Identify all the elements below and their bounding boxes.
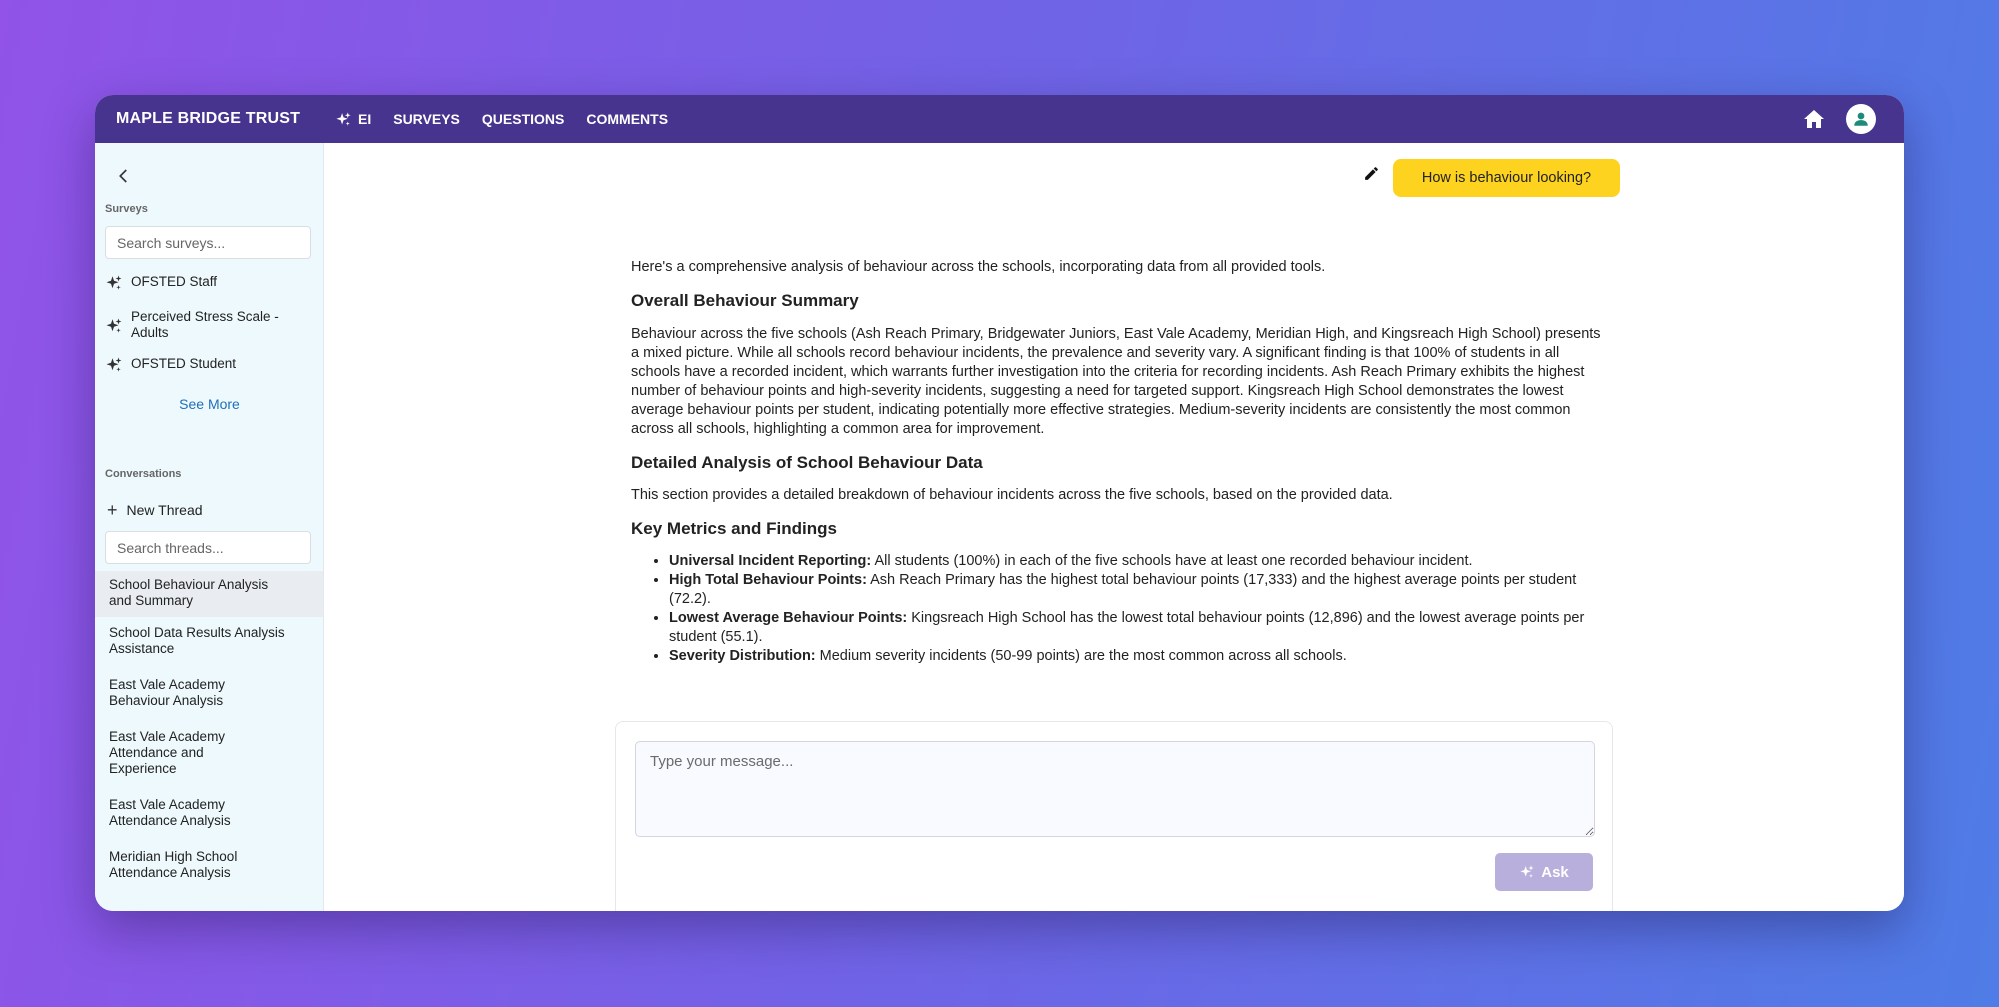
list-item: High Total Behaviour Points: Ash Reach P…: [669, 571, 1601, 609]
survey-item-perceived-stress-scale[interactable]: Perceived Stress Scale - Adults: [105, 309, 305, 341]
sparkle-icon: [336, 111, 351, 126]
answer-intro: Here's a comprehensive analysis of behav…: [631, 259, 1326, 275]
conversations-section-label: Conversations: [105, 468, 182, 480]
search-surveys-input[interactable]: [105, 226, 311, 259]
message-composer: Ask: [615, 721, 1613, 911]
brand-logo-text[interactable]: MAPLE BRIDGE TRUST: [116, 110, 300, 128]
answer-heading-overall: Overall Behaviour Summary: [631, 291, 859, 310]
app-window: MAPLE BRIDGE TRUST EI SURVEYS QUESTIONS …: [95, 95, 1904, 911]
see-more-link[interactable]: See More: [95, 396, 323, 412]
ask-button[interactable]: Ask: [1495, 853, 1593, 891]
pencil-icon[interactable]: [1363, 165, 1380, 182]
new-thread-label: New Thread: [126, 502, 203, 518]
surveys-section-label: Surveys: [105, 203, 148, 215]
thread-item-school-behaviour-analysis[interactable]: School Behaviour Analysis and Summary: [95, 571, 323, 617]
sparkle-icon: [106, 275, 122, 290]
nav-item-questions[interactable]: QUESTIONS: [482, 111, 564, 127]
list-item: Universal Incident Reporting: All studen…: [669, 552, 1601, 571]
thread-list: School Behaviour Analysis and Summary Sc…: [95, 571, 323, 893]
survey-item-label: OFSTED Staff: [131, 274, 218, 289]
sparkle-icon: [106, 318, 122, 333]
avatar[interactable]: [1846, 104, 1876, 134]
user-icon: [1854, 112, 1868, 126]
thread-item-east-vale-behaviour[interactable]: East Vale Academy Behaviour Analysis: [95, 669, 323, 721]
list-item: Severity Distribution: Medium severity i…: [669, 647, 1601, 666]
chat-main: How is behaviour looking? Here's a compr…: [324, 143, 1904, 911]
sparkle-icon: [106, 357, 122, 372]
thread-item-east-vale-attendance-experience[interactable]: East Vale Academy Attendance and Experie…: [95, 721, 323, 789]
chevron-left-icon[interactable]: [115, 167, 133, 185]
survey-item-ofsted-staff[interactable]: OFSTED Staff: [105, 274, 305, 292]
answer-paragraph-overall: Behaviour across the five schools (Ash R…: [631, 326, 1601, 437]
thread-item-meridian-attendance[interactable]: Meridian High School Attendance Analysis: [95, 841, 323, 893]
nav-item-ei-label: EI: [358, 111, 372, 127]
survey-item-label: Perceived Stress Scale - Adults: [131, 309, 279, 340]
plus-icon: +: [107, 500, 118, 520]
answer-heading-detailed: Detailed Analysis of School Behaviour Da…: [631, 453, 983, 472]
survey-item-ofsted-student[interactable]: OFSTED Student: [105, 356, 305, 374]
nav-item-comments[interactable]: COMMENTS: [586, 111, 668, 127]
assistant-answer: Here's a comprehensive analysis of behav…: [631, 258, 1601, 666]
nav-item-surveys[interactable]: SURVEYS: [393, 111, 460, 127]
user-message-bubble: How is behaviour looking?: [1393, 159, 1620, 197]
message-input[interactable]: [635, 741, 1595, 837]
search-threads-input[interactable]: [105, 531, 311, 564]
new-thread-button[interactable]: + New Thread: [107, 500, 203, 520]
answer-heading-key-metrics: Key Metrics and Findings: [631, 519, 837, 538]
main-nav: EI SURVEYS QUESTIONS COMMENTS: [335, 95, 690, 143]
ask-button-label: Ask: [1541, 863, 1569, 881]
top-right-actions: [1802, 95, 1876, 143]
home-icon[interactable]: [1802, 107, 1826, 131]
nav-item-ei[interactable]: EI: [335, 111, 371, 128]
sparkle-icon: [1520, 865, 1534, 878]
top-bar: MAPLE BRIDGE TRUST EI SURVEYS QUESTIONS …: [95, 95, 1904, 143]
list-item: Lowest Average Behaviour Points: Kingsre…: [669, 609, 1601, 647]
key-metrics-list: Universal Incident Reporting: All studen…: [631, 552, 1601, 666]
answer-paragraph-detailed: This section provides a detailed breakdo…: [631, 487, 1393, 503]
sidebar: Surveys OFSTED Staff Perceived Stress Sc…: [95, 143, 324, 911]
thread-item-school-data-results[interactable]: School Data Results Analysis Assistance: [95, 617, 323, 669]
survey-item-label: OFSTED Student: [131, 356, 237, 371]
thread-item-east-vale-attendance[interactable]: East Vale Academy Attendance Analysis: [95, 789, 323, 841]
